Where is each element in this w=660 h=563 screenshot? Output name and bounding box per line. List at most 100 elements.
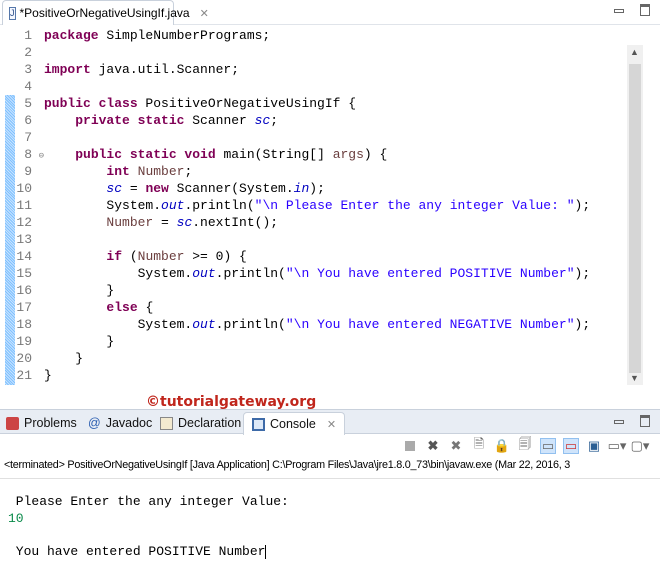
minimize-button[interactable] — [614, 9, 624, 13]
code-editor[interactable]: 1 package SimpleNumberPrograms; 2 3 import j… — [0, 25, 660, 385]
code-line: 2 — [0, 44, 626, 61]
code-token: .println( — [215, 266, 286, 281]
code-line: 8 ⊖ public static void main(String[] args… — [0, 146, 626, 163]
code-token: in — [293, 181, 310, 196]
code-line: 11 System.out.println("\n Please Enter t… — [0, 197, 626, 214]
code-token: ); — [309, 181, 325, 196]
line-number: 11 — [16, 198, 32, 213]
java-file-icon: J — [9, 6, 16, 20]
code-line: 12 Number = sc.nextInt(); — [0, 214, 626, 231]
editor-tab-bar: J *PositiveOrNegativeUsingIf.java ✕ — [0, 0, 660, 25]
code-token: System. — [44, 266, 193, 281]
code-line: 13 — [0, 231, 626, 248]
tab-declaration[interactable]: Declaration — [160, 412, 241, 434]
code-text: } — [34, 367, 52, 384]
scroll-lock-icon[interactable]: 🔒 — [494, 438, 510, 454]
line-number: 14 — [16, 249, 32, 264]
line-number: 3 — [24, 62, 32, 77]
code-token: "\n Please Enter the any integer Value: … — [254, 198, 575, 213]
maximize-button[interactable] — [640, 415, 650, 427]
console-toolbar: ✖ ✖ 🗎 🔒 🗐 ▭ ▭ ▣ ▭▾ ▢▾ — [0, 434, 660, 458]
editor-tab-title: *PositiveOrNegativeUsingIf.java — [19, 6, 190, 20]
code-token: { — [137, 300, 154, 315]
text-cursor — [265, 544, 267, 559]
code-text: } — [34, 282, 114, 299]
code-text: System.out.println("\n You have entered … — [34, 316, 591, 333]
code-token: ); — [574, 198, 591, 213]
line-number: 10 — [16, 181, 32, 196]
show-on-stdout-icon[interactable]: ▭ — [540, 438, 556, 454]
show-on-stderr-icon[interactable]: ▭ — [563, 438, 579, 454]
console-output[interactable]: Please Enter the any integer Value: 10 Y… — [0, 478, 660, 563]
open-console-icon[interactable]: ▢▾ — [631, 438, 650, 454]
code-text: int Number; — [34, 163, 192, 180]
declaration-icon — [160, 416, 173, 430]
tab-label: Declaration — [178, 416, 242, 430]
code-token: package — [44, 28, 99, 43]
clear-console-icon[interactable]: 🗎 — [471, 436, 487, 454]
tab-javadoc[interactable]: @ Javadoc — [88, 412, 152, 434]
code-token: Number — [137, 164, 185, 179]
close-icon[interactable]: ✕ — [200, 7, 209, 20]
code-line: 21} — [0, 367, 626, 384]
code-token: } — [44, 368, 52, 383]
line-number: 21 — [16, 368, 32, 383]
remove-all-icon[interactable]: ✖ — [448, 438, 464, 454]
code-token: ); — [574, 317, 591, 332]
code-text: sc = new Scanner(System.in); — [34, 180, 325, 197]
code-token: Number — [106, 215, 154, 230]
scroll-thumb[interactable] — [629, 64, 641, 373]
scroll-down-icon[interactable]: ▼ — [630, 373, 639, 383]
code-line: 7 — [0, 129, 626, 146]
code-line: 17 else { — [0, 299, 626, 316]
at-icon: @ — [88, 416, 101, 430]
code-text: public class PositiveOrNegativeUsingIf { — [34, 95, 356, 112]
scroll-up-icon[interactable]: ▲ — [630, 47, 639, 57]
code-token: new — [145, 181, 169, 196]
code-token: public static void — [75, 147, 216, 162]
code-token: sc — [176, 215, 193, 230]
code-line: 1 package SimpleNumberPrograms; — [0, 27, 626, 44]
line-number: 5 — [24, 96, 32, 111]
code-token: args — [332, 147, 364, 162]
code-text: System.out.println("\n You have entered … — [34, 265, 591, 282]
line-number: 9 — [24, 164, 32, 179]
word-wrap-icon[interactable]: 🗐 — [517, 436, 533, 454]
line-number: 2 — [24, 45, 32, 60]
line-number: 8 ⊖ — [0, 146, 44, 163]
remove-launch-icon[interactable]: ✖ — [425, 438, 441, 454]
pin-console-icon[interactable]: ▣ — [586, 438, 602, 454]
code-token: "\n You have entered POSITIVE Number" — [285, 266, 575, 281]
code-token: int — [106, 164, 130, 179]
tab-console[interactable]: Console ✕ — [243, 412, 346, 435]
code-token: } — [44, 334, 115, 349]
line-number: 19 — [16, 334, 32, 349]
display-console-icon[interactable]: ▭▾ — [608, 438, 627, 454]
vertical-scrollbar[interactable]: ▲ ▼ — [627, 45, 643, 385]
minimize-button[interactable] — [614, 420, 624, 424]
line-number: 6 — [24, 113, 32, 128]
terminate-icon[interactable] — [402, 438, 418, 454]
watermark: ©tutorialgateway.org — [146, 394, 317, 410]
line-number: 18 — [16, 317, 32, 332]
editor-tab[interactable]: J *PositiveOrNegativeUsingIf.java ✕ — [2, 0, 209, 25]
code-token: = — [153, 215, 177, 230]
code-text: else { — [34, 299, 153, 316]
code-line: 5 public class PositiveOrNegativeUsingIf … — [0, 95, 626, 112]
fold-icon[interactable]: ⊖ — [39, 148, 44, 165]
line-number: 7 — [24, 130, 32, 145]
code-text: System.out.println("\n Please Enter the … — [34, 197, 590, 214]
code-token: java.util.Scanner; — [90, 62, 240, 77]
tab-problems[interactable]: Problems — [6, 412, 77, 434]
close-icon[interactable]: ✕ — [327, 418, 336, 431]
code-text: public static void main(String[] args) { — [34, 146, 387, 163]
maximize-button[interactable] — [640, 4, 650, 16]
code-line: 9 int Number; — [0, 163, 626, 180]
